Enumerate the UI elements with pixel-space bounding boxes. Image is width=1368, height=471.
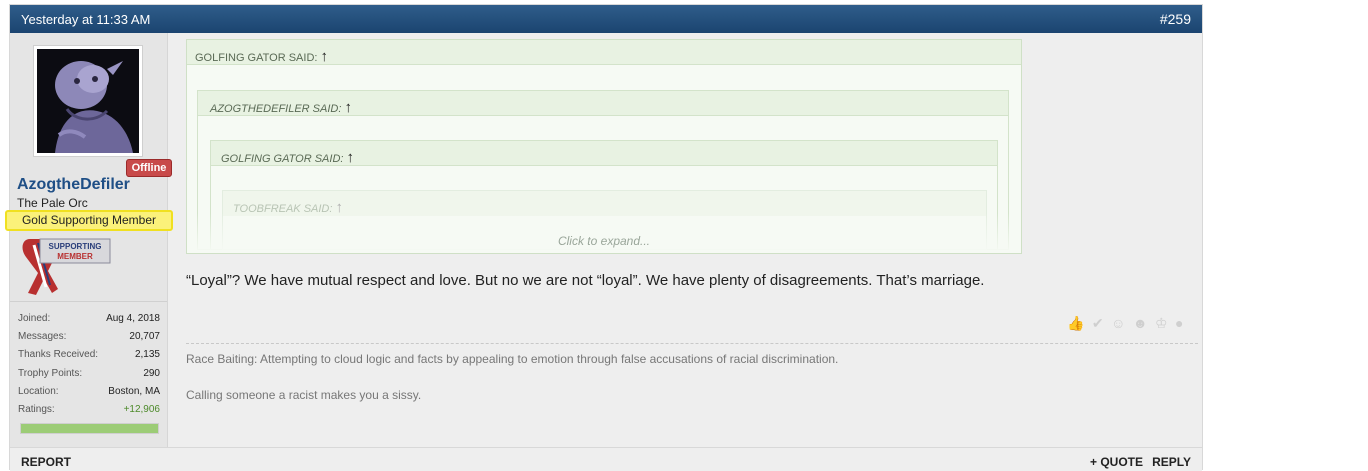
reply-button[interactable]: REPLY bbox=[1152, 455, 1191, 469]
forum-post: Yesterday at 11:33 AM #259 Offline Azogt… bbox=[5, 4, 1203, 471]
supporting-member-badge-icon: SUPPORTING MEMBER bbox=[22, 238, 111, 295]
jump-to-quote-arrow-icon[interactable]: ↑ bbox=[344, 99, 352, 116]
avatar[interactable] bbox=[33, 45, 143, 157]
user-stats: Joined: Aug 4, 2018 Messages: 20,707 Tha… bbox=[10, 301, 167, 415]
stat-messages: Messages: 20,707 bbox=[18, 328, 160, 346]
check-icon[interactable]: ✔ bbox=[1092, 315, 1104, 332]
stat-label: Trophy Points: bbox=[18, 368, 83, 379]
quote-author: GOLFING GATOR SAID: bbox=[195, 52, 318, 64]
laugh-icon[interactable]: ☻ bbox=[1133, 315, 1148, 331]
badge-text-supporting: SUPPORTING bbox=[49, 242, 102, 251]
badge-text-member: MEMBER bbox=[57, 252, 93, 261]
member-banner: Gold Supporting Member bbox=[5, 210, 173, 231]
stat-label: Thanks Received: bbox=[18, 349, 99, 360]
stat-label: Ratings: bbox=[18, 404, 55, 415]
jump-to-quote-arrow-icon[interactable]: ↑ bbox=[321, 48, 329, 65]
post-header: Yesterday at 11:33 AM #259 bbox=[10, 5, 1202, 33]
user-title: The Pale Orc bbox=[17, 196, 88, 210]
stat-thanks: Thanks Received: 2,135 bbox=[18, 346, 160, 364]
stat-value: 2,135 bbox=[134, 349, 160, 360]
stat-value[interactable]: Boston, MA bbox=[108, 386, 160, 397]
stat-ratings: Ratings: +12,906 bbox=[18, 401, 160, 419]
signature-divider bbox=[186, 343, 1198, 344]
reaction-icons: 👍 ✔ ☺ ☻ ♔ ● bbox=[1067, 315, 1187, 333]
user-info-panel: Offline AzogtheDefiler The Pale Orc Gold… bbox=[5, 33, 173, 447]
quote-header: AZOGTHEDEFILER SAID: ↑ bbox=[198, 91, 1008, 116]
quote-author: GOLFING GATOR SAID: bbox=[221, 153, 344, 165]
message-body: “Loyal”? We have mutual respect and love… bbox=[186, 272, 985, 289]
thumbs-up-icon[interactable]: 👍 bbox=[1067, 315, 1084, 332]
avatar-image bbox=[37, 49, 139, 153]
smile-icon[interactable]: ☺ bbox=[1111, 315, 1125, 331]
status-badge: Offline bbox=[126, 159, 172, 177]
signature-line: Calling someone a racist makes you a sis… bbox=[186, 388, 422, 402]
stat-value[interactable]: 20,707 bbox=[129, 331, 160, 342]
info-icon[interactable]: ● bbox=[1175, 315, 1183, 331]
stat-value: Aug 4, 2018 bbox=[106, 313, 160, 324]
stat-trophy-points: Trophy Points: 290 bbox=[18, 365, 160, 383]
post-footer: REPORT + QUOTE REPLY bbox=[10, 447, 1202, 471]
stat-value[interactable]: 290 bbox=[143, 368, 160, 379]
report-button[interactable]: REPORT bbox=[21, 455, 71, 469]
click-to-expand-link[interactable]: Click to expand... bbox=[187, 234, 1021, 248]
trophy-icon[interactable]: ♔ bbox=[1155, 315, 1168, 332]
stat-value: +12,906 bbox=[123, 404, 160, 415]
quote-button[interactable]: + QUOTE bbox=[1090, 455, 1143, 469]
stat-label: Location: bbox=[18, 386, 59, 397]
username-link[interactable]: AzogtheDefiler bbox=[17, 176, 130, 194]
stat-joined: Joined: Aug 4, 2018 bbox=[18, 310, 160, 328]
ratings-bar bbox=[20, 423, 159, 434]
quote-header: GOLFING GATOR SAID: ↑ bbox=[211, 141, 997, 166]
post-date-link[interactable]: Yesterday at 11:33 AM bbox=[21, 12, 150, 27]
quote-block: GOLFING GATOR SAID: ↑ AZOGTHEDEFILER SAI… bbox=[186, 39, 1022, 254]
stat-location: Location: Boston, MA bbox=[18, 383, 160, 401]
signature-line: Race Baiting: Attempting to cloud logic … bbox=[186, 352, 839, 366]
post-number-link[interactable]: #259 bbox=[1160, 11, 1191, 27]
stat-label: Joined: bbox=[18, 313, 51, 324]
quote-header: GOLFING GATOR SAID: ↑ bbox=[187, 40, 1021, 65]
quote-author: AZOGTHEDEFILER SAID: bbox=[210, 103, 342, 115]
jump-to-quote-arrow-icon[interactable]: ↑ bbox=[347, 149, 355, 166]
stat-label: Messages: bbox=[18, 331, 67, 342]
